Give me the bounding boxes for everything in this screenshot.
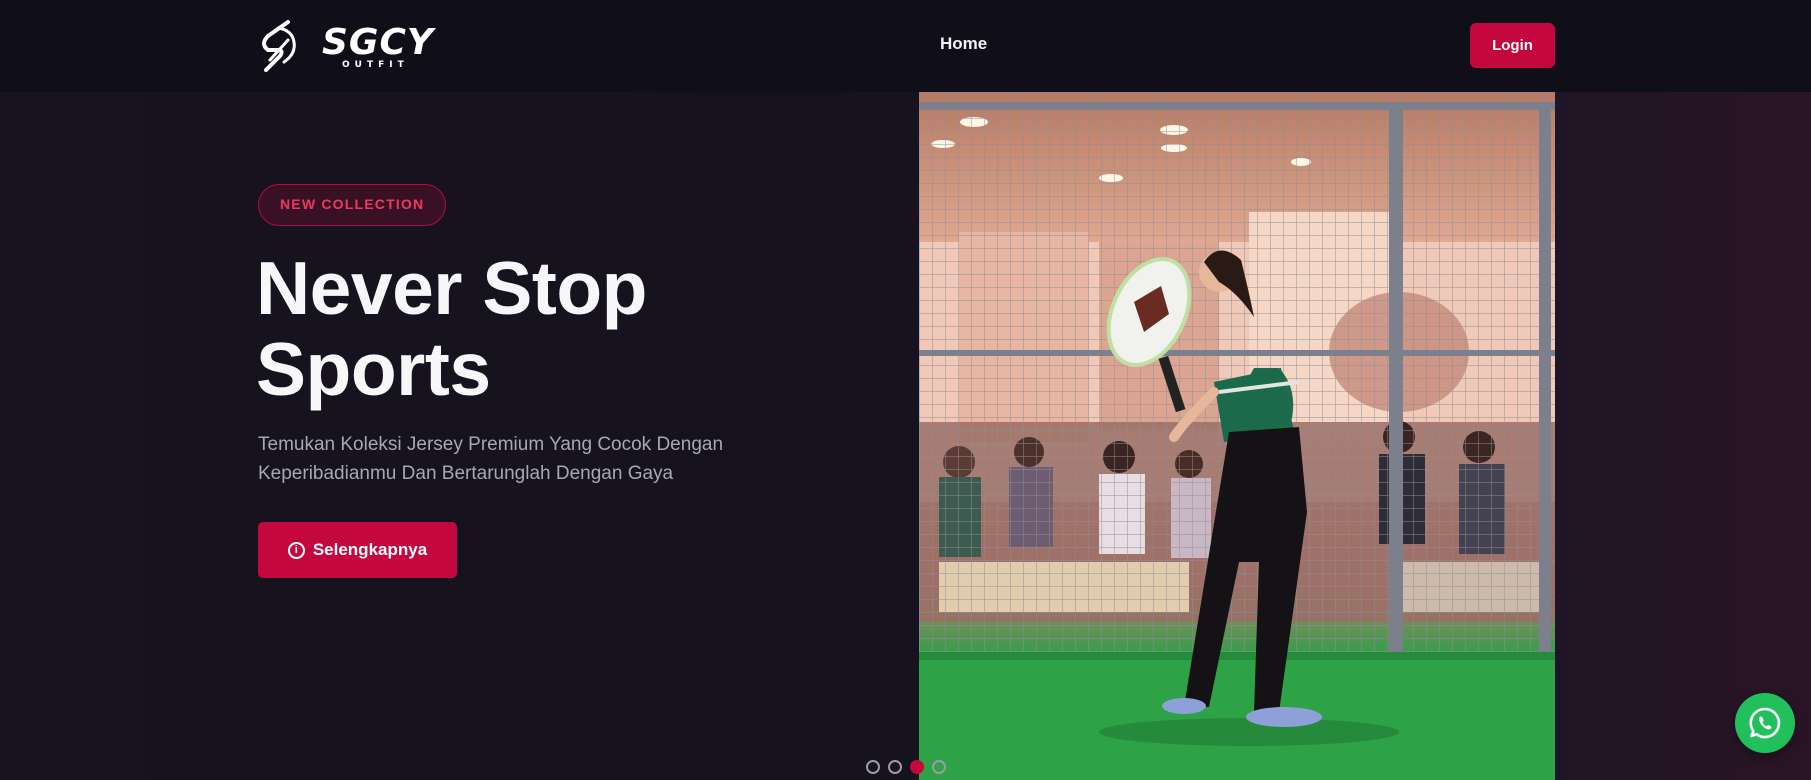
selengkapnya-label: Selengkapnya [312, 540, 428, 559]
carousel-dot-1[interactable] [866, 760, 880, 774]
photo-illustration [919, 92, 1555, 780]
carousel-indicators [866, 760, 946, 774]
whatsapp-button[interactable] [1735, 693, 1795, 753]
hero-title-line-2: Sports [256, 327, 491, 411]
carousel-dot-4[interactable] [932, 760, 946, 774]
brand-logo[interactable]: SGCY OUTFIT [258, 20, 448, 72]
new-collection-badge: NEW COLLECTION [258, 184, 447, 226]
brand-tagline: OUTFIT [342, 60, 409, 70]
login-button[interactable]: Login [1470, 23, 1555, 68]
hero-description: Temukan Koleksi Jersey Premium Yang Coco… [258, 434, 724, 484]
whatsapp-icon [1749, 707, 1781, 739]
carousel-dot-2[interactable] [888, 760, 902, 774]
padel-player-photo [919, 92, 1555, 780]
info-icon: i [287, 541, 305, 559]
hero-title-line-1: Never Stop [256, 246, 647, 330]
selengkapnya-button[interactable]: i Selengkapnya [258, 522, 457, 578]
site-header: SGCY OUTFIT Home Login [0, 0, 1811, 92]
carousel-dot-3[interactable] [910, 760, 924, 774]
hero-title: Never Stop Sports [256, 248, 896, 410]
brand-name: SGCY [322, 22, 434, 63]
nav-home-link[interactable]: Home [940, 34, 987, 54]
sgcy-emblem-icon [262, 20, 296, 72]
